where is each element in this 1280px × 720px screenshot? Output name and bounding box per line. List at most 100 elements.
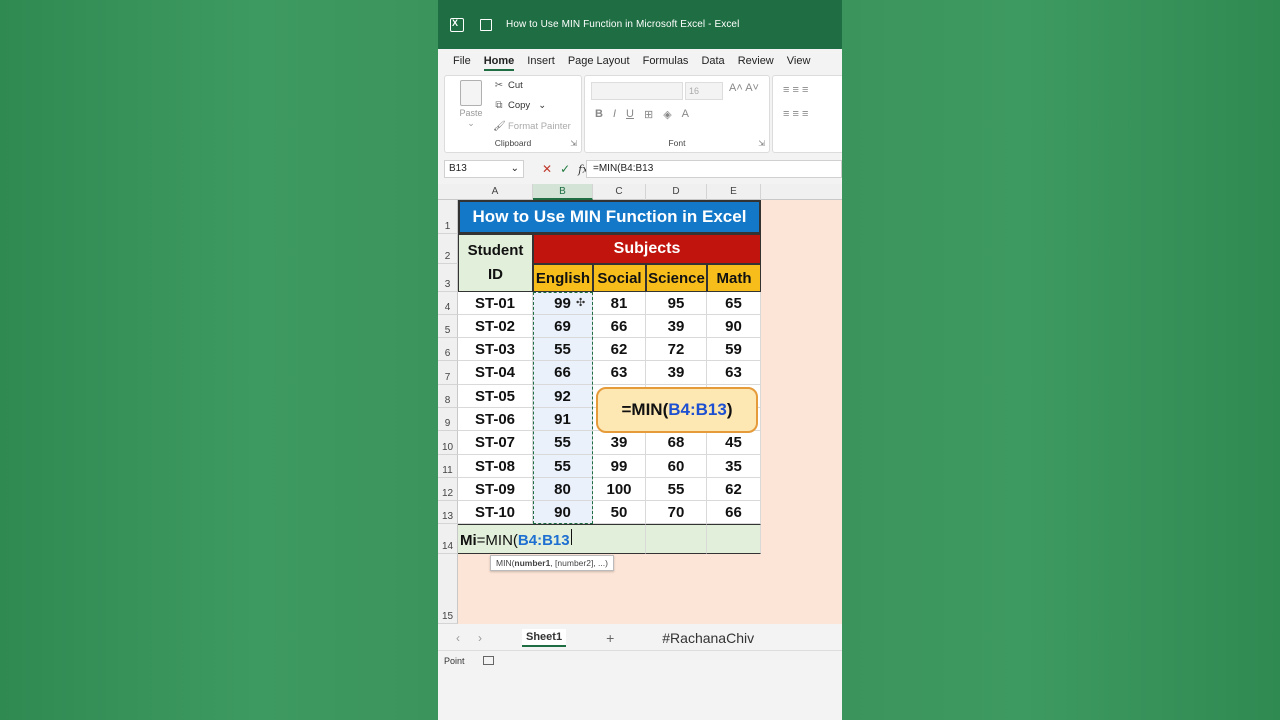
subject-header-social[interactable]: Social [593,264,646,292]
subjects-header[interactable]: Subjects [533,234,761,264]
row-header[interactable]: 11 [438,455,458,478]
cell-social[interactable]: 99 [593,455,646,478]
tab-home[interactable]: Home [483,51,514,71]
cell-science[interactable]: 95 [646,292,707,315]
font-name-select[interactable] [591,82,683,100]
cell-student-id[interactable]: ST-07 [458,431,533,455]
align-icons[interactable]: ≡ ≡ ≡ ≡ ≡ ≡ [783,84,842,120]
cell-social[interactable]: 50 [593,501,646,524]
tab-view[interactable]: View [787,51,811,71]
macro-record-icon[interactable] [482,656,494,665]
row-header[interactable]: 9 [438,408,458,431]
fill-color-icon[interactable]: ◈ [663,108,671,121]
cell-social[interactable]: 62 [593,338,646,361]
row-header[interactable]: 10 [438,431,458,455]
cell-social[interactable]: 66 [593,315,646,338]
row-header[interactable]: 15 [438,554,458,624]
cell-english[interactable]: 91 [533,408,593,431]
cell-math[interactable]: 66 [707,501,761,524]
row-header[interactable]: 7 [438,361,458,385]
name-box[interactable]: B13 ⌄ [444,160,524,178]
row-header[interactable]: 6 [438,338,458,361]
row-header[interactable]: 4 [438,292,458,315]
row-header[interactable]: 8 [438,385,458,408]
cell-english[interactable]: 66 [533,361,593,385]
worksheet-grid[interactable]: A B C D E 1 2 3 4 5 6 7 8 9 10 11 12 13 … [438,184,842,624]
cell-science[interactable]: 55 [646,478,707,501]
cell-student-id[interactable]: ST-06 [458,408,533,431]
cell-math[interactable]: 35 [707,455,761,478]
dialog-launcher-icon[interactable]: ⇲ [570,139,577,148]
cell-d14[interactable] [646,524,707,554]
tab-formulas[interactable]: Formulas [643,51,689,71]
paste-button[interactable]: Paste ⌄ [457,80,485,129]
row-header[interactable]: 1 [438,200,458,234]
cut-button[interactable]: ✂ Cut [493,80,523,91]
in-cell-editor[interactable]: Mi =MIN( B4:B13 [460,529,572,549]
cell-science[interactable]: 68 [646,431,707,455]
cell-math[interactable]: 90 [707,315,761,338]
tooltip-arg[interactable]: number1 [514,558,550,568]
cell-english[interactable]: 69 [533,315,593,338]
row-header[interactable]: 2 [438,234,458,264]
cell-english[interactable]: 92 [533,385,593,408]
subject-header-science[interactable]: Science [646,264,707,292]
cell-science[interactable]: 60 [646,455,707,478]
cell-student-id[interactable]: ST-02 [458,315,533,338]
subject-header-english[interactable]: English [533,264,593,292]
font-size-select[interactable]: 16 [685,82,723,100]
cell-english[interactable]: 90 [533,501,593,524]
cell-e14[interactable] [707,524,761,554]
chevron-left-icon[interactable]: ‹ [456,631,460,645]
chevron-right-icon[interactable]: › [478,631,482,645]
column-header-d[interactable]: D [646,184,707,200]
borders-icon[interactable]: ⊞ [644,108,653,121]
cell-science[interactable]: 39 [646,315,707,338]
row-header[interactable]: 13 [438,501,458,524]
formula-input[interactable]: =MIN(B4:B13 [586,160,842,178]
cell-student-id[interactable]: ST-08 [458,455,533,478]
tab-page-layout[interactable]: Page Layout [568,51,630,71]
underline-icon[interactable]: U [626,108,634,121]
dialog-launcher-icon[interactable]: ⇲ [758,139,765,148]
save-icon[interactable] [480,18,492,31]
cell-math[interactable]: 62 [707,478,761,501]
cell-english[interactable]: 55 [533,431,593,455]
tab-file[interactable]: File [453,51,471,71]
cell-student-id[interactable]: ST-04 [458,361,533,385]
sheet-title-cell[interactable]: How to Use MIN Function in Excel [458,200,761,234]
cell-student-id[interactable]: ST-01 [458,292,533,315]
cell-student-id[interactable]: ST-10 [458,501,533,524]
cell-english[interactable]: 55 [533,338,593,361]
student-id-header[interactable]: Student ID [458,234,533,292]
font-color-icon[interactable]: A [682,108,689,121]
subject-header-math[interactable]: Math [707,264,761,292]
row-header[interactable]: 3 [438,264,458,292]
cell-student-id[interactable]: ST-05 [458,385,533,408]
cell-science[interactable]: 72 [646,338,707,361]
column-header-a[interactable]: A [458,184,533,200]
italic-icon[interactable]: I [613,108,616,121]
cancel-icon[interactable]: ✕ [542,162,552,176]
bold-icon[interactable]: B [595,108,603,121]
column-header-e[interactable]: E [707,184,761,200]
add-sheet-button[interactable]: + [606,630,614,646]
cell-student-id[interactable]: ST-03 [458,338,533,361]
sheet-tab-sheet1[interactable]: Sheet1 [522,629,567,647]
cell-social[interactable]: 81 [593,292,646,315]
cell-math[interactable]: 59 [707,338,761,361]
font-size-grow-icon[interactable]: A˄ A˅ [729,82,759,94]
format-painter-button[interactable]: 🖌 Format Painter [493,121,571,132]
cell-social[interactable]: 100 [593,478,646,501]
enter-icon[interactable]: ✓ [560,162,570,176]
column-header-c[interactable]: C [593,184,646,200]
cell-english[interactable]: 55 [533,455,593,478]
cell-math[interactable]: 63 [707,361,761,385]
tab-review[interactable]: Review [738,51,774,71]
row-header[interactable]: 14 [438,524,458,554]
cell-science[interactable]: 70 [646,501,707,524]
tab-data[interactable]: Data [701,51,724,71]
column-header-b[interactable]: B [533,184,593,200]
copy-button[interactable]: ⧉ Copy ⌄ [493,100,546,111]
cell-science[interactable]: 39 [646,361,707,385]
